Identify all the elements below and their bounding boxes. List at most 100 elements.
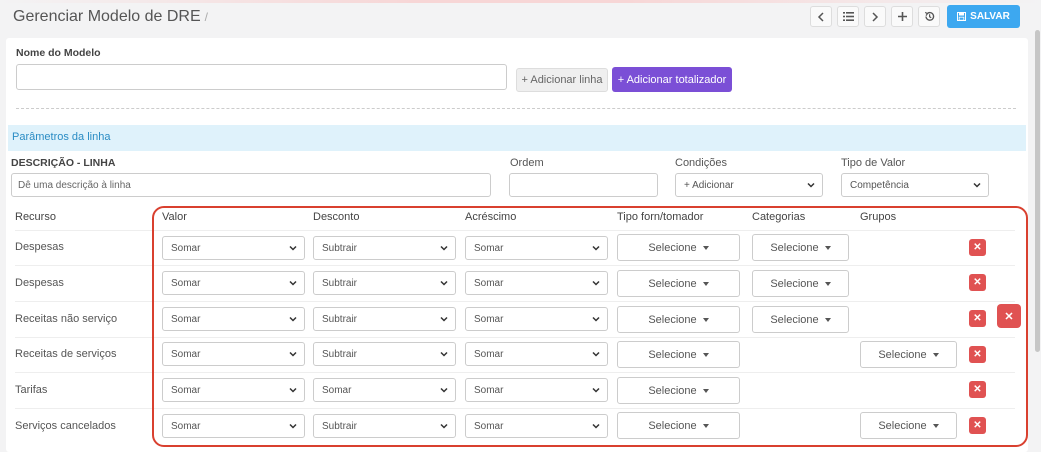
valor-select[interactable]: Somar: [162, 236, 305, 260]
desconto-select[interactable]: Subtrair: [313, 236, 456, 260]
conditions-select[interactable]: + Adicionar: [675, 173, 823, 197]
desconto-select[interactable]: Subtrair: [313, 414, 456, 438]
valor-value: Somar: [171, 242, 201, 254]
acrescimo-select[interactable]: Somar: [465, 378, 608, 402]
column-header-desconto: Desconto: [313, 211, 360, 223]
caret-down-icon: [702, 245, 709, 250]
save-button[interactable]: SALVAR: [947, 5, 1020, 28]
delete-row-button[interactable]: ✕: [969, 346, 986, 363]
tipo-multiselect[interactable]: Selecione: [617, 377, 740, 404]
chevron-down-icon: [289, 351, 297, 357]
row-divider: [15, 230, 1015, 231]
delete-block-button[interactable]: ✕: [997, 304, 1021, 328]
desconto-value: Subtrair: [322, 242, 358, 254]
chevron-down-icon: [592, 423, 600, 429]
valor-value: Somar: [171, 277, 201, 289]
previous-button[interactable]: [810, 6, 832, 27]
delete-row-button[interactable]: ✕: [969, 274, 986, 291]
history-button[interactable]: [918, 6, 940, 27]
grupos-placeholder: Selecione: [878, 348, 927, 361]
conditions-value: + Adicionar: [684, 179, 734, 191]
next-button[interactable]: [864, 6, 886, 27]
tipo-placeholder: Selecione: [648, 419, 697, 432]
categorias-multiselect[interactable]: Selecione: [752, 306, 849, 333]
add-button[interactable]: [891, 6, 913, 27]
grupos-multiselect[interactable]: Selecione: [860, 341, 957, 368]
row-divider: [15, 372, 1015, 373]
valor-value: Somar: [171, 384, 201, 396]
tipo-multiselect[interactable]: Selecione: [617, 306, 740, 333]
value-type-select[interactable]: Competência: [841, 173, 989, 197]
delete-row-button[interactable]: ✕: [969, 417, 986, 434]
row-divider: [15, 337, 1015, 338]
desconto-select[interactable]: Subtrair: [313, 307, 456, 331]
caret-down-icon: [702, 388, 709, 393]
tipo-multiselect[interactable]: Selecione: [617, 412, 740, 439]
valor-value: Somar: [171, 313, 201, 325]
acrescimo-select[interactable]: Somar: [465, 307, 608, 331]
description-label: DESCRIÇÃO - LINHA: [11, 157, 116, 169]
delete-row-button[interactable]: ✕: [969, 381, 986, 398]
tipo-multiselect[interactable]: Selecione: [617, 234, 740, 261]
column-header-categorias: Categorias: [752, 211, 806, 223]
chevron-down-icon: [592, 387, 600, 393]
caret-down-icon: [824, 317, 831, 322]
tipo-multiselect[interactable]: Selecione: [617, 270, 740, 297]
acrescimo-value: Somar: [474, 384, 504, 396]
acrescimo-select[interactable]: Somar: [465, 342, 608, 366]
close-icon: ✕: [973, 277, 982, 288]
valor-select[interactable]: Somar: [162, 378, 305, 402]
add-line-button[interactable]: + Adicionar linha: [516, 68, 608, 92]
valor-select[interactable]: Somar: [162, 307, 305, 331]
acrescimo-select[interactable]: Somar: [465, 414, 608, 438]
chevron-down-icon: [592, 245, 600, 251]
section-header: Parâmetros da linha: [8, 125, 1026, 151]
categorias-multiselect[interactable]: Selecione: [752, 270, 849, 297]
description-input[interactable]: Dê uma descrição à linha: [11, 173, 491, 197]
acrescimo-select[interactable]: Somar: [465, 236, 608, 260]
valor-select[interactable]: Somar: [162, 271, 305, 295]
order-input[interactable]: [509, 173, 658, 197]
list-button[interactable]: [837, 6, 859, 27]
column-header-valor: Valor: [162, 211, 187, 223]
scrollbar[interactable]: [1035, 30, 1040, 352]
chevron-down-icon: [440, 351, 448, 357]
tipo-multiselect[interactable]: Selecione: [617, 341, 740, 368]
caret-down-icon: [702, 317, 709, 322]
chevron-down-icon: [973, 182, 981, 188]
desconto-select[interactable]: Subtrair: [313, 342, 456, 366]
delete-row-button[interactable]: ✕: [969, 310, 986, 327]
acrescimo-select[interactable]: Somar: [465, 271, 608, 295]
desconto-select[interactable]: Subtrair: [313, 271, 456, 295]
chevron-down-icon: [440, 245, 448, 251]
list-icon: [842, 12, 854, 21]
caret-down-icon: [824, 245, 831, 250]
categorias-multiselect[interactable]: Selecione: [752, 234, 849, 261]
breadcrumb-separator: /: [204, 10, 208, 24]
acrescimo-value: Somar: [474, 420, 504, 432]
desconto-value: Subtrair: [322, 348, 358, 360]
desconto-select[interactable]: Somar: [313, 378, 456, 402]
add-totalizer-button[interactable]: + Adicionar totalizador: [612, 67, 732, 92]
valor-value: Somar: [171, 420, 201, 432]
divider: [16, 108, 1016, 109]
column-header-recurso: Recurso: [15, 211, 56, 223]
tipo-placeholder: Selecione: [648, 384, 697, 397]
tipo-placeholder: Selecione: [648, 348, 697, 361]
close-icon: ✕: [1004, 310, 1014, 323]
plus-icon: [897, 12, 907, 21]
floppy-disk-icon: [957, 12, 967, 21]
model-name-input[interactable]: [16, 64, 507, 90]
caret-down-icon: [702, 281, 709, 286]
chevron-down-icon: [289, 245, 297, 251]
delete-row-button[interactable]: ✕: [969, 239, 986, 256]
chevron-left-icon: [817, 11, 824, 22]
valor-select[interactable]: Somar: [162, 414, 305, 438]
value-type-value: Competência: [850, 179, 909, 191]
chevron-down-icon: [807, 182, 815, 188]
grupos-multiselect[interactable]: Selecione: [860, 412, 957, 439]
column-header-tipo: Tipo forn/tomador: [617, 211, 704, 223]
close-icon: ✕: [973, 313, 982, 324]
order-label: Ordem: [510, 157, 544, 169]
valor-select[interactable]: Somar: [162, 342, 305, 366]
